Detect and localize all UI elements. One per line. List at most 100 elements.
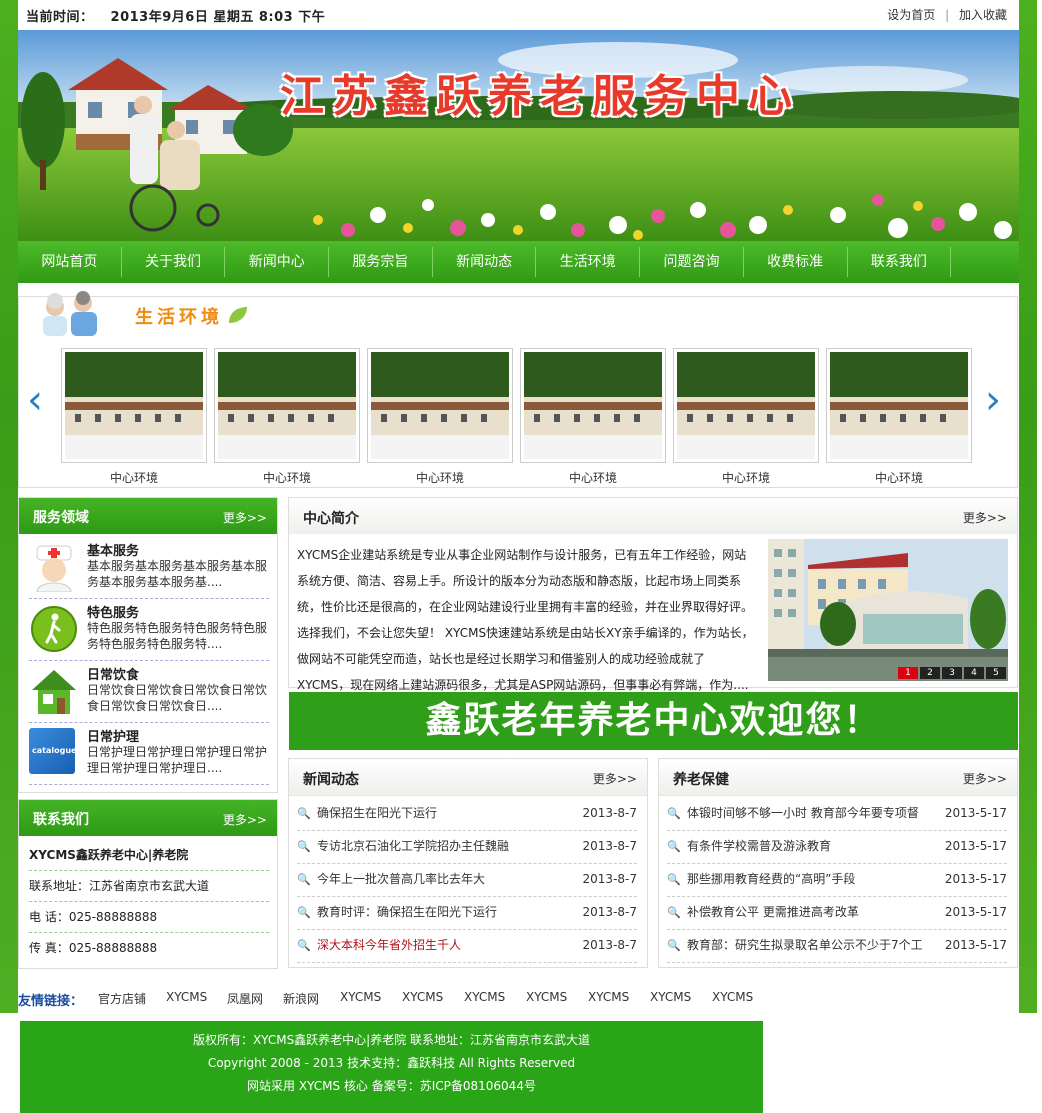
search-icon: 🔍 (667, 906, 681, 919)
contact-phone: 电 话：025-88888888 (29, 902, 269, 933)
friend-link[interactable]: 官方店铺 (98, 990, 146, 1007)
nav-item-contact[interactable]: 联系我们 (848, 247, 952, 277)
slide-dot[interactable]: 2 (920, 667, 940, 679)
friend-link[interactable]: XYCMS (650, 990, 691, 1004)
care-row-title[interactable]: 有条件学校需普及游泳教育 (687, 830, 831, 863)
gallery-thumb[interactable] (214, 348, 360, 463)
footer: 版权所有：XYCMS鑫跃养老中心|养老院 联系地址：江苏省南京市玄武大道 Cop… (20, 1021, 763, 1113)
gallery-thumb[interactable] (826, 348, 972, 463)
slide-dot[interactable]: 5 (986, 667, 1006, 679)
nav-item-environment[interactable]: 生活环境 (536, 247, 641, 277)
friend-link[interactable]: XYCMS (402, 990, 443, 1004)
friend-link[interactable]: XYCMS (588, 990, 629, 1004)
intro-more-link[interactable]: 更多>> (963, 509, 1007, 526)
time-value: 2013年9月6日 星期五 8:03 下午 (110, 10, 326, 25)
care-row-date: 2013-5-17 (944, 872, 1007, 886)
service-name: 日常饮食 (87, 668, 140, 683)
current-time: 当前时间： 2013年9月6日 星期五 8:03 下午 (26, 6, 325, 25)
intro-title: 中心简介 (303, 511, 359, 527)
environment-gallery: 生活环境 ‹ › 中心环境 中心环境 中心环境 中心环境 中心环境 中心环境 (18, 291, 1018, 488)
news-row-date: 2013-8-7 (582, 872, 637, 886)
care-row-date: 2013-5-17 (944, 839, 1007, 853)
gallery-caption: 中心环境 (109, 471, 158, 485)
friend-link[interactable]: XYCMS (166, 990, 207, 1004)
news-more-link[interactable]: 更多>> (593, 770, 637, 787)
top-links: 设为首页 | 加入收藏 (887, 6, 1007, 23)
news-row[interactable]: 🔍 今年上一批次普高几率比去年大 2013-8-7 (297, 863, 637, 897)
care-row[interactable]: 🔍 补偿教育公平 更需推进高考改革 2013-5-17 (667, 896, 1007, 930)
news-row[interactable]: 🔍 深大本科今年省外招生千人 2013-8-7 (297, 929, 637, 963)
care-row[interactable]: 🔍 教育部：研究生拟录取名单公示不少于7个工 2013-5-17 (667, 929, 1007, 963)
care-row-title[interactable]: 教育部：研究生拟录取名单公示不少于7个工 (687, 929, 923, 962)
news-row[interactable]: 🔍 专访北京石油化工学院招办主任魏融 2013-8-7 (297, 830, 637, 864)
service-item[interactable]: 特色服务 特色服务特色服务特色服务特色服务特色服务特色服务特.... (29, 600, 269, 661)
slide-dot[interactable]: 4 (964, 667, 984, 679)
service-desc: 特色服务特色服务特色服务特色服务特色服务特色服务特.... (87, 621, 268, 651)
search-icon: 🔍 (667, 807, 681, 820)
care-row[interactable]: 🔍 那些挪用教育经费的“高明”手段 2013-5-17 (667, 863, 1007, 897)
news-row-title[interactable]: 教育时评：确保招生在阳光下运行 (317, 896, 497, 929)
building-photo (768, 539, 1008, 681)
care-row[interactable]: 🔍 体锻时间够不够一小时 教育部今年要专项督 2013-5-17 (667, 797, 1007, 831)
gallery-title: 生活环境 (135, 307, 223, 328)
news-row-title[interactable]: 确保招生在阳光下运行 (317, 797, 437, 830)
slide-indicators: 1 2 3 4 5 (898, 667, 1006, 679)
nav-item-home[interactable]: 网站首页 (18, 247, 122, 277)
catalogue-icon-label: catalogue (32, 746, 77, 755)
search-icon: 🔍 (667, 873, 681, 886)
friend-link[interactable]: XYCMS (526, 990, 567, 1004)
friend-link[interactable]: XYCMS (340, 990, 381, 1004)
walk-icon (31, 606, 77, 652)
news-row-title[interactable]: 深大本科今年省外招生千人 (317, 929, 461, 962)
gallery-caption: 中心环境 (721, 471, 770, 485)
site-title: 江苏鑫跃养老服务中心 (280, 71, 800, 122)
care-row-title[interactable]: 体锻时间够不够一小时 教育部今年要专项督 (687, 797, 919, 830)
news-title: 新闻动态 (303, 772, 359, 788)
nurse-icon (36, 545, 72, 592)
separator: | (945, 8, 950, 22)
gallery-next-arrow[interactable]: › (985, 377, 1001, 423)
service-item[interactable]: 基本服务 基本服务基本服务基本服务基本服务基本服务基本服务基.... (29, 538, 269, 599)
friend-link[interactable]: 新浪网 (283, 990, 319, 1007)
gallery-caption: 中心环境 (262, 471, 311, 485)
care-row-title[interactable]: 补偿教育公平 更需推进高考改革 (687, 896, 859, 929)
nav-item-news[interactable]: 新闻动态 (433, 247, 537, 277)
nav-item-consulting[interactable]: 问题咨询 (640, 247, 744, 277)
contact-more-link[interactable]: 更多>> (223, 811, 267, 828)
services-panel: 服务领域 更多>> 基本服务 基本服务基本服务基本服务基本服务基本服务基本服务基… (18, 497, 278, 793)
slide-dot-active[interactable]: 1 (898, 667, 918, 679)
care-row-title[interactable]: 那些挪用教育经费的“高明”手段 (687, 863, 855, 896)
set-home-link[interactable]: 设为首页 (887, 8, 935, 22)
nav-item-about[interactable]: 关于我们 (122, 247, 226, 277)
gallery-header: 生活环境 (25, 289, 265, 339)
news-row-title[interactable]: 专访北京石油化工学院招办主任魏融 (317, 830, 509, 863)
gallery-thumb[interactable] (61, 348, 207, 463)
care-more-link[interactable]: 更多>> (963, 770, 1007, 787)
left-green-border (0, 0, 18, 1013)
news-row[interactable]: 🔍 确保招生在阳光下运行 2013-8-7 (297, 797, 637, 831)
care-row-date: 2013-5-17 (944, 806, 1007, 820)
news-row-title[interactable]: 今年上一批次普高几率比去年大 (317, 863, 485, 896)
nav-item-fees[interactable]: 收费标准 (744, 247, 848, 277)
friend-link[interactable]: XYCMS (464, 990, 505, 1004)
right-green-border (1019, 0, 1037, 1013)
care-row-date: 2013-5-17 (944, 905, 1007, 919)
gallery-prev-arrow[interactable]: ‹ (27, 377, 43, 423)
news-row[interactable]: 🔍 教育时评：确保招生在阳光下运行 2013-8-7 (297, 896, 637, 930)
service-item[interactable]: catalogue 日常护理 日常护理日常护理日常护理日常护理日常护理日常护理日… (29, 724, 269, 785)
gallery-thumb[interactable] (520, 348, 666, 463)
gallery-thumb[interactable] (673, 348, 819, 463)
nav-item-service-purpose[interactable]: 服务宗旨 (329, 247, 433, 277)
add-favorite-link[interactable]: 加入收藏 (959, 8, 1007, 22)
news-row-date: 2013-8-7 (582, 905, 637, 919)
service-desc: 基本服务基本服务基本服务基本服务基本服务基本服务基.... (87, 559, 268, 589)
gallery-thumb[interactable] (367, 348, 513, 463)
nav-item-news-center[interactable]: 新闻中心 (225, 247, 330, 277)
slide-dot[interactable]: 3 (942, 667, 962, 679)
friend-link[interactable]: XYCMS (712, 990, 753, 1004)
friend-link[interactable]: 凤凰网 (227, 990, 263, 1007)
services-more-link[interactable]: 更多>> (223, 509, 267, 526)
friend-links-label: 友情链接： (18, 994, 84, 1009)
service-item[interactable]: 日常饮食 日常饮食日常饮食日常饮食日常饮食日常饮食日常饮食日.... (29, 662, 269, 723)
care-row[interactable]: 🔍 有条件学校需普及游泳教育 2013-5-17 (667, 830, 1007, 864)
